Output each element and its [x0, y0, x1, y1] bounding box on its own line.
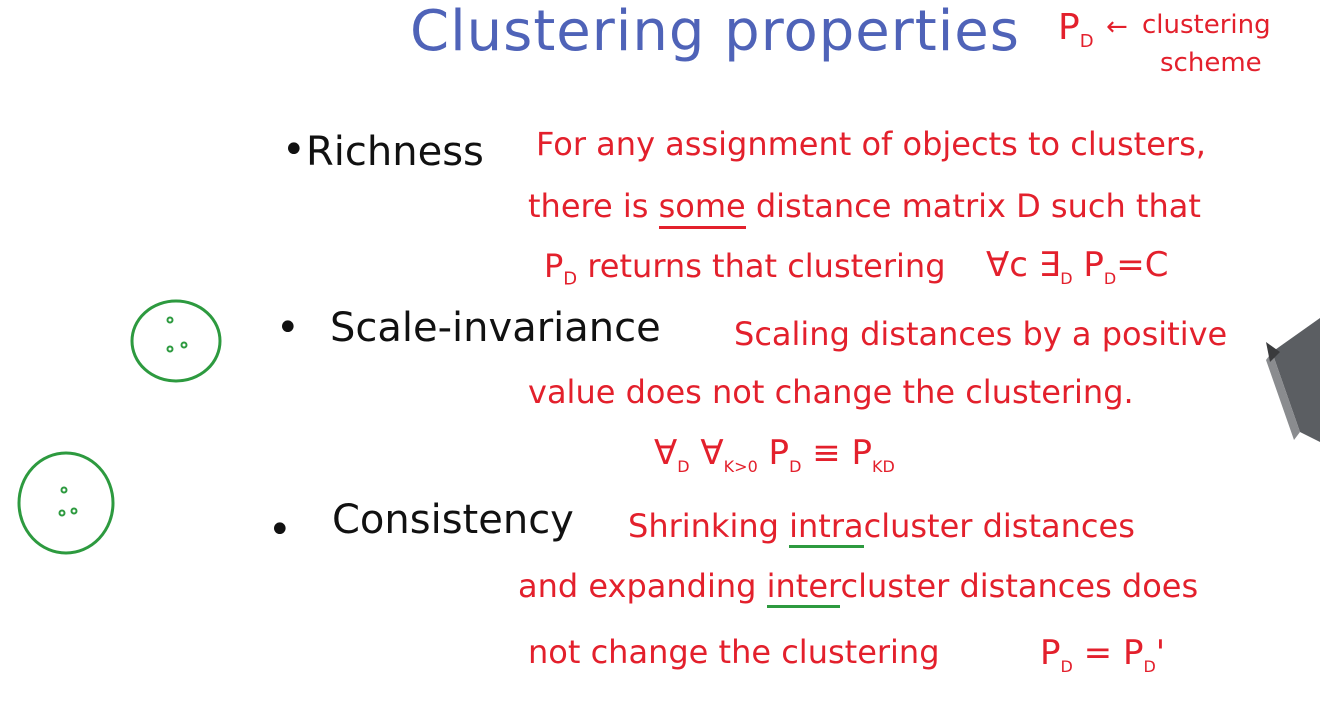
sketch-layer — [17, 299, 1320, 555]
pen-icon — [1266, 318, 1320, 442]
consistency-sketch — [17, 451, 115, 555]
scale-invariance-sketch — [130, 299, 222, 383]
